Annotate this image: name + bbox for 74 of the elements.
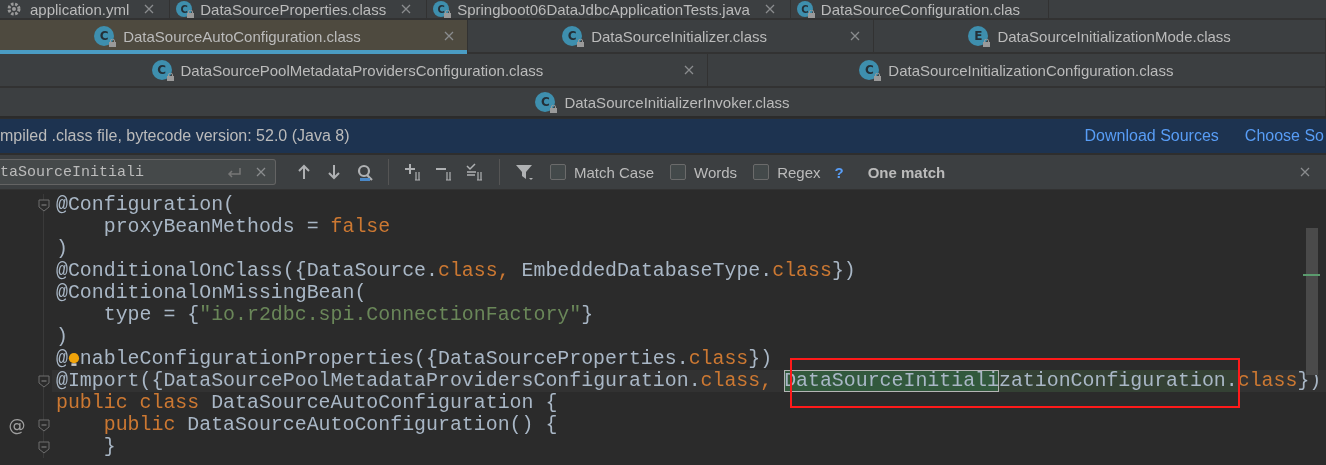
class-icon: C — [433, 1, 450, 17]
class-icon: C — [94, 26, 115, 46]
checkbox[interactable] — [753, 164, 770, 180]
search-field[interactable]: taSourceInitiali — [0, 159, 276, 185]
banner-link[interactable]: Choose So — [1244, 127, 1324, 145]
editor-tab[interactable]: C DataSourceInitializerInvoker.class — [0, 88, 1326, 116]
checkbox-label: Regex — [777, 163, 821, 181]
class-icon: C — [859, 60, 880, 80]
class-icon: C — [176, 1, 193, 17]
checkbox[interactable] — [670, 164, 687, 180]
match-count: One match — [867, 163, 946, 181]
fold-icon[interactable] — [38, 374, 50, 388]
tab-label: DataSourcePoolMetadataProvidersConfiguration.class — [180, 61, 544, 79]
gutter-marker[interactable]: @ — [0, 415, 34, 435]
code-line: @Configuration( — [55, 194, 237, 216]
lightbulb-icon[interactable] — [67, 350, 80, 368]
code-line: ) — [55, 326, 69, 348]
fold-icon[interactable] — [38, 198, 50, 212]
class-icon: C — [562, 26, 583, 46]
code-line: type = {"io.r2dbc.spi.ConnectionFactory"} — [102, 304, 595, 326]
editor-tab[interactable]: C DataSourceInitializer.class — [467, 20, 875, 52]
code-line: public DataSourceAutoConfiguration() { — [102, 414, 559, 436]
code-line: @ConditionalOnMissingBean( — [55, 282, 368, 304]
code-line: @ConditionalOnClass({DataSource.class, EmbeddedDatabaseType.class}) — [55, 260, 857, 282]
class-icon: C — [535, 92, 556, 112]
help-link[interactable]: ? — [834, 163, 844, 181]
editor-tab[interactable]: C DataSourceAutoConfiguration.class — [0, 20, 468, 52]
down-arrow-icon — [326, 163, 343, 181]
editor-tab[interactable]: C DataSourceProperties.class — [170, 0, 428, 18]
tab-label: DataSourceInitializationConfiguration.class — [888, 61, 1174, 79]
editor-tab[interactable]: C Springboot06DataJdbcApplicationTests.java — [427, 0, 791, 18]
tab-label: DataSourceInitializerInvoker.class — [564, 93, 790, 111]
tab-label: DataSourceInitializer.class — [591, 27, 768, 45]
tab-label: application.yml — [30, 0, 130, 18]
class-icon: E — [968, 26, 989, 46]
close-icon[interactable] — [682, 64, 695, 76]
editor-tab[interactable]: E DataSourceInitializationMode.class — [874, 20, 1326, 52]
editor-tab[interactable]: C DataSourceConfiguration.clas — [790, 0, 1050, 18]
checkbox-label: Match Case — [574, 163, 655, 181]
banner-message: mpiled .class file, bytecode version: 52.0 (Java 8) — [0, 127, 351, 145]
editor-tab[interactable]: C DataSourceInitializationConfiguration.class — [707, 54, 1326, 86]
find-all-icon — [356, 163, 373, 181]
fold-icon[interactable] — [38, 418, 50, 432]
code-line: ) — [55, 238, 69, 260]
checkbox-label: Words — [694, 163, 738, 181]
close-icon[interactable] — [143, 3, 156, 15]
enter-icon — [226, 165, 243, 179]
code-line: } — [102, 436, 117, 458]
code-line: proxyBeanMethods = false — [102, 216, 392, 238]
close-icon[interactable] — [1299, 166, 1311, 178]
close-icon[interactable] — [849, 30, 862, 42]
tab-label: DataSourceConfiguration.clas — [820, 0, 1021, 18]
close-icon[interactable] — [763, 3, 776, 15]
class-icon: C — [151, 60, 172, 80]
tab-label: DataSourceAutoConfiguration.class — [123, 27, 361, 45]
close-icon[interactable] — [400, 3, 413, 15]
banner-link[interactable]: Download Sources — [1084, 127, 1219, 145]
editor-tab[interactable]: application.yml — [0, 0, 171, 18]
clear-icon — [255, 166, 267, 178]
match-marker — [1303, 274, 1320, 276]
tab-label: DataSourceInitializationMode.class — [997, 27, 1231, 45]
checkbox[interactable] — [550, 164, 566, 180]
class-icon: C — [796, 1, 813, 17]
add-selection-icon — [404, 163, 422, 181]
editor-tab[interactable]: C DataSourcePoolMetadataProvidersConfiguration.class — [0, 54, 708, 86]
select-all-icon — [466, 163, 484, 181]
gear-icon — [6, 1, 22, 17]
tab-label: DataSourceProperties.class — [200, 0, 387, 18]
fold-icon[interactable] — [38, 440, 50, 454]
code-line: public class DataSourceAutoConfiguration { — [55, 392, 559, 414]
filter-icon — [515, 163, 534, 181]
code-line: @ nableConfigurationProperties({DataSourceProperties.class}) — [55, 348, 774, 370]
close-icon[interactable] — [442, 30, 455, 42]
tab-label: Springboot06DataJdbcApplicationTests.java — [457, 0, 750, 18]
